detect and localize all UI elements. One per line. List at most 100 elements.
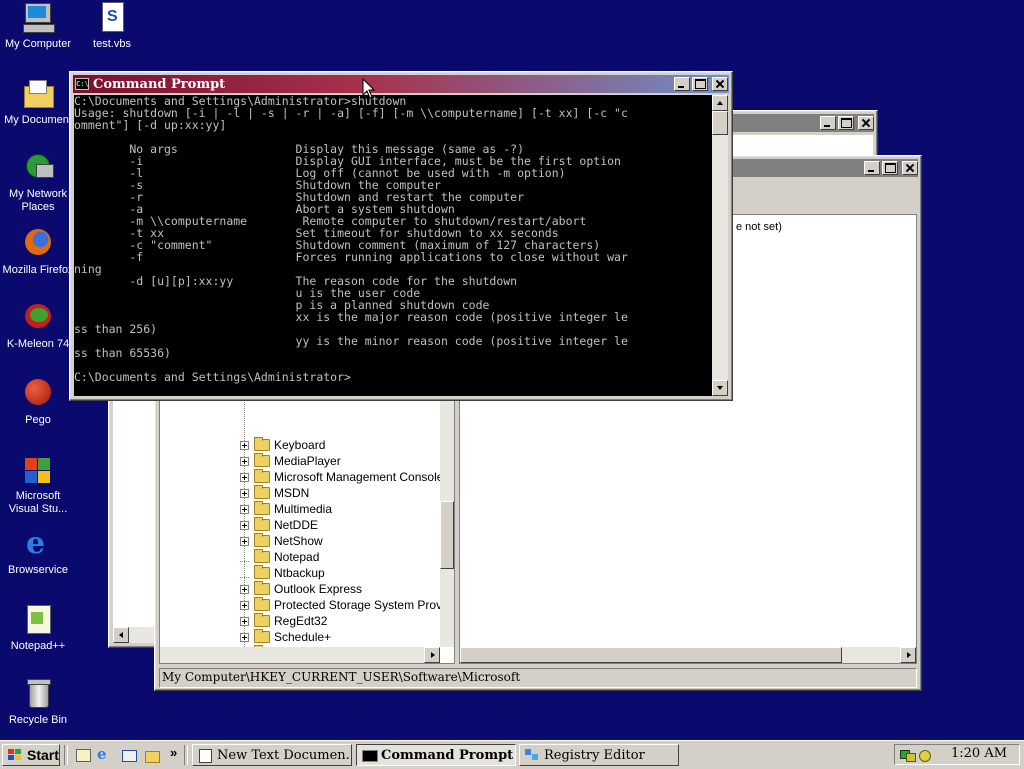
expand-icon[interactable] <box>240 584 249 594</box>
k-meleon-icon <box>22 302 54 334</box>
cmd-vscroll[interactable] <box>712 95 728 396</box>
expand-icon[interactable] <box>240 456 249 466</box>
cmd-titlebar[interactable]: C:\ Command Prompt <box>73 75 729 93</box>
taskbar-button-registry-editor[interactable]: Registry Editor <box>519 744 679 766</box>
tree-item[interactable]: NetDDE <box>240 517 318 533</box>
cmd-window-icon[interactable]: C:\ <box>75 78 89 90</box>
notepad-hscroll[interactable] <box>113 627 157 643</box>
folder-icon <box>254 565 270 579</box>
clock[interactable]: 1:20 AM <box>951 746 1007 761</box>
scroll-right-button[interactable] <box>900 647 916 663</box>
desktop-icon-label: test.vbs <box>93 38 131 50</box>
maximize-button[interactable] <box>692 77 708 91</box>
desktop-icon-k-meleon[interactable]: K-Meleon 74 <box>0 302 76 351</box>
desktop-icon-network-places[interactable]: My Network Places <box>0 152 76 214</box>
tree-item[interactable]: Protected Storage System Provide <box>240 597 455 613</box>
minimize-button[interactable] <box>674 77 690 91</box>
tree-item[interactable]: RegEdt32 <box>240 613 327 629</box>
value-hscroll-thumb[interactable] <box>460 647 842 663</box>
folder-icon <box>254 661 263 663</box>
expand-icon[interactable] <box>240 504 249 514</box>
expand-icon[interactable] <box>240 536 249 546</box>
desktop-icon-label-line2: Visual Stu... <box>8 503 68 515</box>
tree-item[interactable]: Notepad <box>240 549 319 565</box>
taskbar-button-command-prompt[interactable]: Command Prompt <box>356 744 516 766</box>
close-button[interactable] <box>712 77 728 91</box>
show-desktop-icon[interactable] <box>74 747 92 763</box>
tree-item[interactable]: Ntbackup <box>240 565 325 581</box>
regedit-status-bar: My Computer\HKEY_CURRENT_USER\Software\M… <box>159 668 917 688</box>
maximize-button[interactable] <box>882 161 898 175</box>
desktop-icon-my-documents[interactable]: My Document <box>0 78 76 127</box>
quicklaunch-more-button[interactable]: » <box>170 745 177 760</box>
tree-item[interactable]: Microsoft Management Console <box>240 469 443 485</box>
tree-item-label: MSDN <box>274 486 310 500</box>
tree-vscroll-thumb[interactable] <box>440 501 454 569</box>
desktop-icon-pego[interactable]: Pego <box>0 378 76 427</box>
folder-icon <box>254 597 270 611</box>
scroll-down-button[interactable] <box>712 380 728 396</box>
console-output[interactable]: C:\Documents and Settings\Administrator>… <box>74 95 712 396</box>
start-label: Start <box>27 747 59 763</box>
taskbar-button-notepad[interactable]: New Text Documen... <box>192 744 352 766</box>
close-button[interactable] <box>902 161 918 175</box>
expand-icon[interactable] <box>240 632 249 642</box>
desktop-icon-label: Notepad++ <box>10 640 66 652</box>
command-prompt-window[interactable]: C:\ Command Prompt C:\Documents and Sett… <box>69 71 733 401</box>
folder-icon <box>254 629 270 643</box>
notepadpp-icon <box>22 604 54 636</box>
maximize-button[interactable] <box>838 116 854 130</box>
desktop-icon-test-vbs[interactable]: S test.vbs <box>74 2 150 51</box>
taskbar-button-label: New Text Documen... <box>217 747 352 763</box>
tree-item[interactable]: Outlook Express <box>240 581 362 597</box>
tree-item-label: Multimedia <box>274 502 333 516</box>
minimize-button[interactable] <box>820 116 836 130</box>
ie-quicklaunch-icon[interactable]: e <box>97 747 115 763</box>
expand-icon[interactable] <box>240 616 249 626</box>
volume-tray-icon[interactable] <box>917 747 931 762</box>
scroll-right-button[interactable] <box>424 647 440 663</box>
close-button[interactable] <box>858 116 874 130</box>
cmd-vscroll-thumb[interactable] <box>712 111 728 135</box>
tree-hscroll[interactable] <box>160 647 440 663</box>
tree-item-label: NetShow <box>274 534 323 548</box>
start-button[interactable]: Start <box>2 744 60 766</box>
explorer-quicklaunch-icon[interactable] <box>143 747 161 763</box>
tree-item-label: Outlook Express <box>274 582 363 596</box>
tree-item[interactable]: Keyboard <box>240 437 325 453</box>
network-tray-icon[interactable] <box>899 747 916 762</box>
tree-item[interactable]: NetShow <box>240 533 323 549</box>
folder-icon <box>254 501 270 515</box>
tree-item-label: MediaPlayer <box>274 454 341 468</box>
outlook-quicklaunch-icon[interactable] <box>120 747 138 763</box>
desktop-icon-browservice[interactable]: e Browservice <box>0 528 76 577</box>
notepad-icon <box>197 748 213 763</box>
desktop-icon-recycle-bin[interactable]: Recycle Bin <box>0 678 76 727</box>
desktop-icon-firefox[interactable]: Mozilla Firefox <box>0 228 76 277</box>
tree-item-label: NetDDE <box>274 518 319 532</box>
tree-item[interactable]: MediaPlayer <box>240 453 341 469</box>
desktop-icon-my-computer[interactable]: My Computer <box>0 2 76 51</box>
tree-item[interactable]: MSDN <box>240 485 309 501</box>
expand-icon[interactable] <box>240 600 249 610</box>
expand-icon[interactable] <box>240 440 249 450</box>
folder-icon <box>254 613 270 627</box>
expand-icon[interactable] <box>240 472 249 482</box>
desktop-icon-label: My Network <box>8 188 68 200</box>
vbs-script-icon: S <box>96 2 128 34</box>
expand-icon[interactable] <box>240 488 249 498</box>
value-hscroll[interactable] <box>460 647 916 663</box>
scroll-left-button[interactable] <box>113 627 129 643</box>
tree-item-label: Protected Storage System Provide <box>274 598 455 612</box>
tree-item[interactable]: Schedule+ <box>240 629 331 645</box>
desktop-icon-label: Pego <box>25 414 51 426</box>
desktop-icon-notepadpp[interactable]: Notepad++ <box>0 604 76 653</box>
tree-item-label: Ntbackup <box>274 566 325 580</box>
scroll-up-button[interactable] <box>712 95 728 111</box>
console-line: omment"] [-d up:xx:yy] <box>74 118 227 132</box>
tree-item[interactable]: Multimedia <box>240 501 332 517</box>
folder-icon <box>254 485 270 499</box>
expand-icon[interactable] <box>240 520 249 530</box>
minimize-button[interactable] <box>864 161 880 175</box>
desktop-icon-visual-studio[interactable]: Microsoft Visual Stu... <box>0 454 76 516</box>
